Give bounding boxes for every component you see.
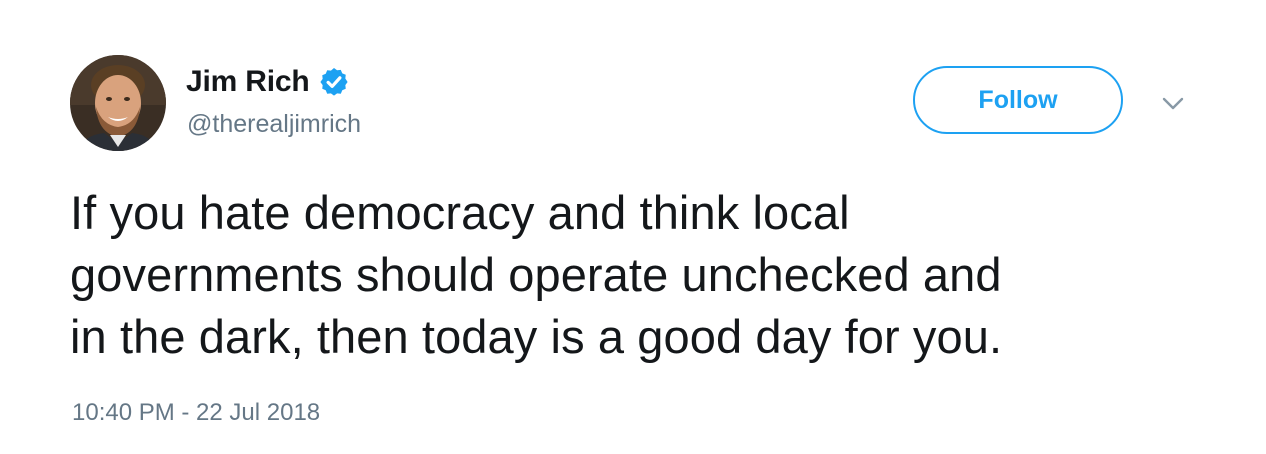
profile-photo bbox=[70, 55, 166, 151]
tweet-text-line: governments should operate unchecked and bbox=[70, 248, 1002, 301]
avatar[interactable] bbox=[70, 55, 166, 151]
tweet-text: If you hate democracy and think local go… bbox=[70, 182, 1230, 368]
verified-badge-icon bbox=[318, 66, 350, 98]
tweet-timestamp[interactable]: 10:40 PM - 22 Jul 2018 bbox=[72, 399, 320, 427]
user-handle[interactable]: @therealjimrich bbox=[187, 110, 361, 139]
follow-button[interactable]: Follow bbox=[913, 66, 1123, 134]
chevron-down-icon[interactable] bbox=[1160, 90, 1186, 116]
display-name[interactable]: Jim Rich bbox=[186, 65, 310, 99]
tweet-card: Jim Rich @therealjimrich Follow If you h… bbox=[0, 0, 1266, 454]
user-name-row[interactable]: Jim Rich bbox=[186, 62, 350, 102]
tweet-text-line: in the dark, then today is a good day fo… bbox=[70, 310, 1003, 363]
tweet-text-line: If you hate democracy and think local bbox=[70, 186, 850, 239]
